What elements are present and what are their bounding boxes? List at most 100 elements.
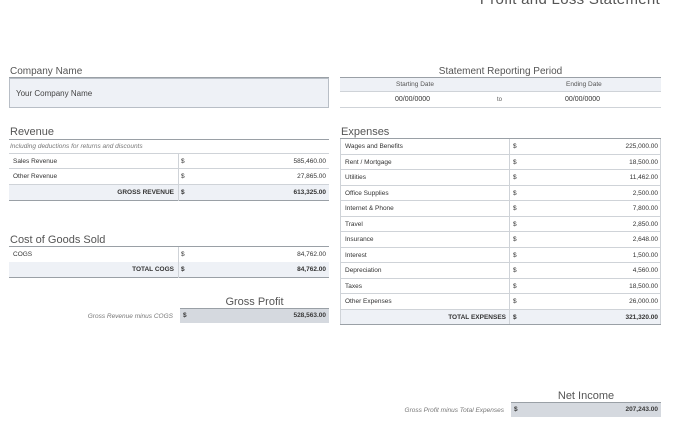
expense-row-currency: $	[513, 267, 517, 274]
period-to-label: to	[497, 97, 503, 103]
expense-row-amount[interactable]: 2,500.00	[633, 190, 658, 197]
gross-revenue-value: 613,325.00	[293, 189, 326, 196]
total-expenses-value: 321,320.00	[625, 313, 658, 321]
revenue-row: Other Revenue $ 27,865.00	[9, 169, 329, 185]
expense-row-amount[interactable]: 4,560.00	[633, 267, 658, 274]
gross-revenue-label: GROSS REVENUE	[117, 189, 174, 196]
gross-profit-note: Gross Revenue minus COGS	[87, 313, 173, 320]
expense-row-currency: $	[513, 251, 517, 259]
revenue-row-name: Sales Revenue	[13, 158, 58, 165]
period-header: Starting Date Ending Date	[340, 78, 661, 92]
expense-row-amount[interactable]: 1,500.00	[633, 252, 658, 259]
expense-row-amount[interactable]: 11,462.00	[630, 174, 658, 181]
expense-row-amount[interactable]: 2,850.00	[633, 221, 658, 228]
expense-row: Depreciation $4,560.00	[340, 263, 661, 279]
cogs-row: COGS $ 84,762.00	[9, 247, 329, 263]
end-date-label: Ending Date	[566, 81, 602, 88]
expense-row: Other Expenses $26,000.00	[340, 294, 661, 310]
expenses-left-border	[340, 139, 341, 324]
expense-row-name: Insurance	[345, 236, 374, 243]
expense-row-currency: $	[513, 298, 517, 305]
total-cogs-row: TOTAL COGS $ 84,762.00	[9, 262, 329, 278]
revenue-row-amount[interactable]: 27,865.00	[297, 173, 326, 180]
expense-row-currency: $	[513, 205, 517, 212]
total-expenses-currency: $	[513, 313, 517, 321]
total-cogs-currency: $	[181, 266, 185, 273]
end-date-field[interactable]: 00/00/0000	[565, 96, 600, 103]
total-expenses-label: TOTAL EXPENSES	[448, 313, 506, 321]
net-income-box: $ 207,243.00	[511, 403, 661, 417]
period-label: Statement Reporting Period	[438, 66, 563, 77]
start-date-label: Starting Date	[396, 81, 434, 88]
gross-revenue-currency: $	[181, 189, 185, 196]
expense-row-name: Depreciation	[345, 267, 382, 274]
expenses-right-border	[660, 139, 661, 324]
revenue-row-currency: $	[181, 158, 185, 165]
expense-row: Internet & Phone $7,800.00	[340, 201, 661, 217]
expense-row-name: Travel	[345, 220, 363, 228]
gross-profit-box: $ 528,563.00	[180, 309, 329, 323]
net-income-value: 207,243.00	[625, 406, 658, 413]
expenses-column-divider	[509, 139, 510, 324]
expense-row: Wages and Benefits $225,000.00	[340, 139, 661, 155]
gross-profit-value: 528,563.00	[293, 312, 326, 319]
company-name-field[interactable]: Your Company Name	[9, 78, 329, 108]
net-income-label: Net Income	[557, 390, 615, 402]
cogs-row-name: COGS	[13, 251, 33, 258]
gross-profit-currency: $	[183, 312, 187, 319]
expense-row-name: Internet & Phone	[345, 205, 394, 212]
expense-row-amount[interactable]: 26,000.00	[629, 298, 658, 305]
net-income-note: Gross Profit minus Total Expenses	[404, 407, 504, 414]
expense-row-currency: $	[513, 220, 517, 228]
expense-row-name: Other Expenses	[345, 298, 392, 305]
page-title: Profit and Loss Statement	[450, 0, 680, 8]
revenue-row-name: Other Revenue	[13, 173, 58, 180]
expense-row-name: Wages and Benefits	[345, 143, 403, 150]
revenue-column-divider	[178, 153, 179, 201]
expense-row-amount[interactable]: 7,800.00	[633, 205, 658, 212]
total-cogs-value: 84,762.00	[297, 266, 326, 273]
company-name-value: Your Company Name	[16, 89, 93, 98]
revenue-note: Including deductions for returns and dis…	[10, 143, 143, 150]
expense-row-currency: $	[513, 174, 517, 181]
expense-row: Travel $2,850.00	[340, 217, 661, 232]
expense-row: Office Supplies $2,500.00	[340, 186, 661, 201]
revenue-row-amount[interactable]: 585,460.00	[293, 158, 326, 165]
expense-row-amount[interactable]: 18,500.00	[629, 283, 658, 290]
expense-row: Interest $1,500.00	[340, 248, 661, 263]
expense-row-currency: $	[513, 189, 517, 197]
expense-row: Taxes $18,500.00	[340, 279, 661, 294]
cogs-label: Cost of Goods Sold	[10, 234, 106, 246]
company-name-label: Company Name	[10, 66, 83, 77]
net-income-currency: $	[514, 406, 518, 413]
expense-row-name: Interest	[345, 251, 367, 259]
expense-row-currency: $	[513, 236, 517, 243]
expense-row-name: Taxes	[345, 282, 362, 290]
period-values: 00/00/0000 to 00/00/0000	[340, 92, 661, 108]
expenses-label: Expenses	[341, 126, 390, 138]
cogs-row-currency: $	[181, 251, 185, 258]
start-date-field[interactable]: 00/00/0000	[395, 96, 430, 103]
revenue-label: Revenue	[10, 126, 55, 138]
revenue-divider	[9, 139, 329, 140]
cogs-column-divider	[178, 247, 179, 278]
expense-row-name: Office Supplies	[345, 189, 389, 197]
expense-row-amount[interactable]: 18,500.00	[629, 159, 658, 166]
expense-row-name: Rent / Mortgage	[345, 158, 392, 166]
expense-row-amount[interactable]: 2,648.00	[633, 236, 658, 243]
gross-revenue-row: GROSS REVENUE $ 613,325.00	[9, 185, 329, 201]
cogs-row-amount[interactable]: 84,762.00	[297, 251, 326, 258]
total-expenses-row: TOTAL EXPENSES $ 321,320.00	[340, 309, 661, 325]
expense-row-currency: $	[513, 158, 517, 166]
expense-row: Utilities $11,462.00	[340, 170, 661, 186]
gross-profit-label: Gross Profit	[225, 296, 284, 308]
revenue-row-currency: $	[181, 173, 185, 180]
expense-row-currency: $	[513, 143, 517, 150]
revenue-row: Sales Revenue $ 585,460.00	[9, 153, 329, 169]
expense-row-currency: $	[513, 282, 517, 290]
expense-row: Rent / Mortgage $18,500.00	[340, 155, 661, 170]
expense-row-amount[interactable]: 225,000.00	[625, 143, 658, 150]
expense-row-name: Utilities	[345, 174, 366, 181]
total-cogs-label: TOTAL COGS	[132, 266, 174, 273]
expense-row: Insurance $2,648.00	[340, 232, 661, 248]
